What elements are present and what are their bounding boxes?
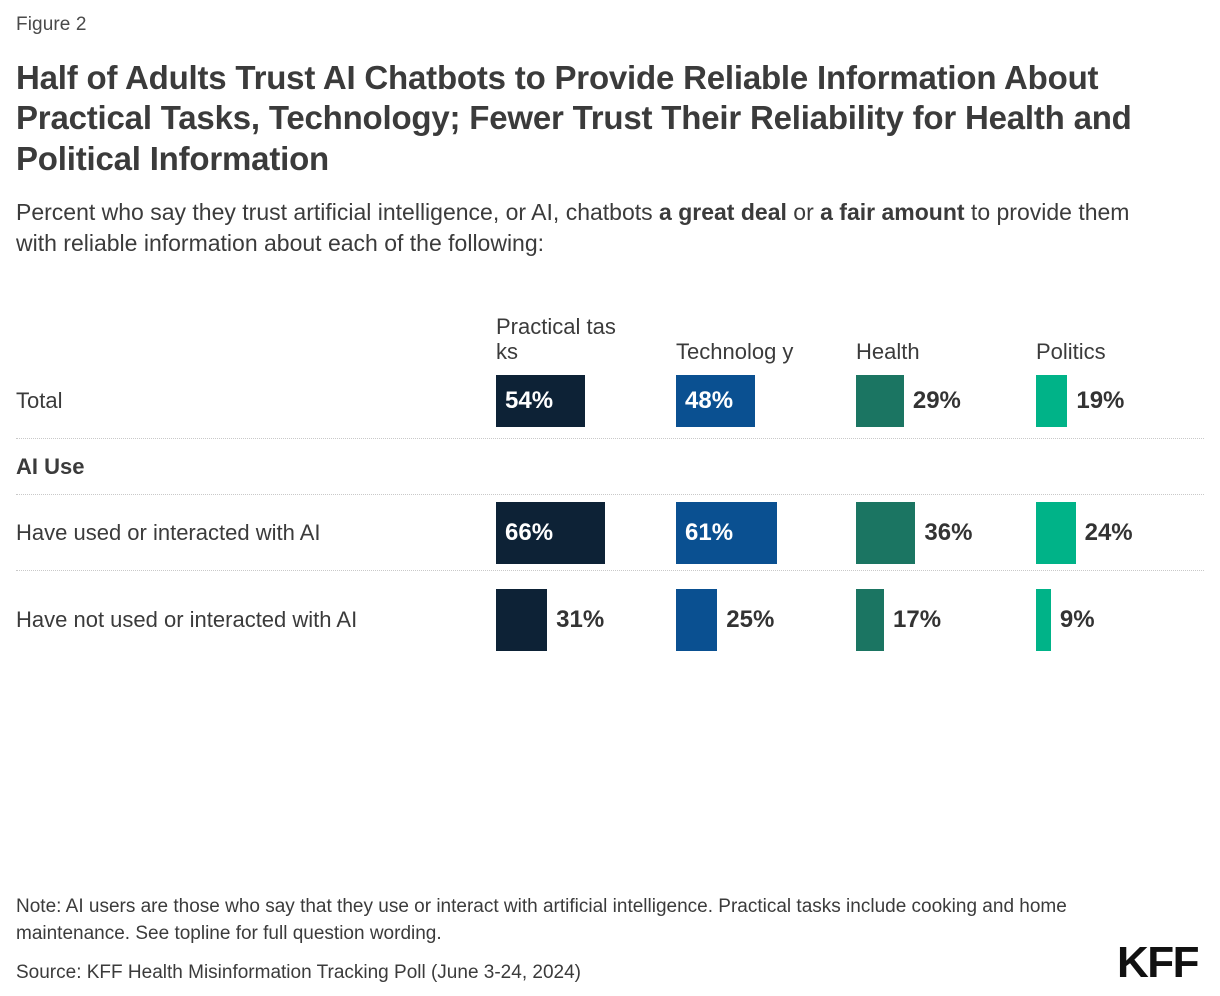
- bar-practical-tasks: 66%: [496, 502, 605, 565]
- bar-cell: 48%: [676, 375, 856, 428]
- bar-practical-tasks: [496, 589, 548, 652]
- bar-value-label: 24%: [1084, 519, 1133, 547]
- figure-subtitle: Percent who say they trust artificial in…: [16, 197, 1146, 259]
- bar-cell: 17%: [856, 589, 1036, 652]
- bar-value-label: 25%: [726, 606, 775, 634]
- column-header-row: Practical tasks Technolog y Health Polit…: [16, 280, 1204, 364]
- subtitle-bold-1: a great deal: [659, 198, 787, 225]
- subtitle-bold-2: a fair amount: [820, 198, 965, 225]
- table-row: Have used or interacted with AI 66% 61%: [16, 496, 1204, 570]
- bar-value-label: 17%: [893, 606, 942, 634]
- bar-health: [856, 502, 916, 565]
- group-header-ai-use: AI Use: [16, 454, 85, 480]
- column-header-label: Practical tasks: [496, 313, 616, 365]
- bar-cell: 19%: [1036, 375, 1216, 428]
- bar-cell: 66%: [496, 502, 676, 565]
- column-header-label: Politics: [1036, 339, 1106, 365]
- column-header-label: Technolog y: [676, 339, 794, 365]
- bar-health: [856, 375, 904, 428]
- table-row: Have not used or interacted with AI 31% …: [16, 572, 1204, 668]
- bar-politics: [1036, 502, 1076, 565]
- bar-practical-tasks: 54%: [496, 375, 586, 428]
- bar-technology: [676, 589, 718, 652]
- bar-cell: 9%: [1036, 589, 1216, 652]
- bar-cell: 25%: [676, 589, 856, 652]
- bar-politics: [1036, 589, 1051, 652]
- subtitle-part-1: Percent who say they trust artificial in…: [16, 198, 660, 225]
- footnote-note: Note: AI users are those who say that th…: [16, 896, 1067, 945]
- bar-value-label: 54%: [505, 387, 554, 415]
- bar-value-label: 48%: [685, 387, 734, 415]
- bar-technology: 48%: [676, 375, 756, 428]
- bar-value-label: 9%: [1059, 606, 1095, 634]
- bar-value-label: 19%: [1076, 387, 1125, 415]
- bar-cell: 36%: [856, 502, 1036, 565]
- table-row: Total 54% 48% 29% 19%: [16, 364, 1204, 438]
- page-title: Half of Adults Trust AI Chatbots to Prov…: [16, 59, 1132, 177]
- bar-politics: [1036, 375, 1068, 428]
- bar-cell: 31%: [496, 589, 676, 652]
- subtitle-part-2: or: [786, 198, 821, 225]
- row-label-have-used: Have used or interacted with AI: [16, 520, 321, 546]
- bar-health: [856, 589, 885, 652]
- column-header-label: Health: [856, 339, 920, 365]
- row-bars-have-used: 66% 61% 36% 24%: [496, 502, 1216, 565]
- figure-label: Figure 2: [16, 14, 87, 35]
- bar-value-label: 66%: [505, 519, 554, 547]
- kff-logo: KFF: [1116, 938, 1200, 987]
- bar-technology: 61%: [676, 502, 777, 565]
- bar-value-label: 36%: [924, 519, 973, 547]
- figure-footer: Note: AI users are those who say that th…: [16, 894, 1204, 996]
- bar-cell: 24%: [1036, 502, 1216, 565]
- row-bars-total: 54% 48% 29% 19%: [496, 375, 1216, 428]
- bar-value-label: 31%: [556, 606, 605, 634]
- bar-cell: 29%: [856, 375, 1036, 428]
- bar-cell: 61%: [676, 502, 856, 565]
- row-label-total: Total: [16, 388, 63, 414]
- row-label-have-not-used: Have not used or interacted with AI: [16, 607, 358, 633]
- row-bars-have-not-used: 31% 25% 17% 9%: [496, 589, 1216, 652]
- footnote-source: Source: KFF Health Misinformation Tracki…: [16, 962, 581, 983]
- bar-cell: 54%: [496, 375, 676, 428]
- bar-value-label: 29%: [912, 387, 961, 415]
- bar-value-label: 61%: [685, 519, 734, 547]
- chart-area: Practical tasks Technolog y Health Polit…: [16, 280, 1204, 668]
- figure-root: Figure 2 Half of Adults Trust AI Chatbot…: [0, 0, 1220, 996]
